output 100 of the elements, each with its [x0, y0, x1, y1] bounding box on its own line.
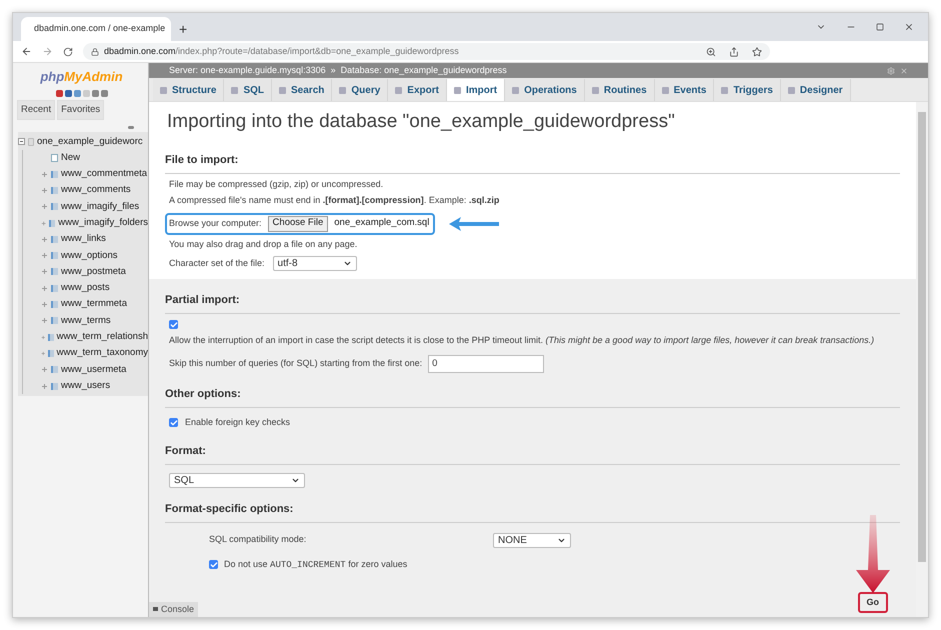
forward-icon[interactable]: [42, 46, 53, 57]
table-icon: [49, 220, 56, 227]
tree-item[interactable]: www_imagify_files: [61, 200, 140, 214]
tree-item[interactable]: www_usermeta: [61, 362, 126, 377]
tree-item[interactable]: www_termmeta: [61, 297, 127, 312]
table-icon: [51, 382, 58, 390]
console-tab[interactable]: Console: [149, 602, 198, 617]
sidebar-tab[interactable]: Recent: [17, 100, 56, 120]
back-icon[interactable]: [21, 46, 32, 57]
expand-icon[interactable]: [41, 268, 48, 276]
bookmark-icon[interactable]: [752, 46, 762, 56]
close-icon[interactable]: [904, 22, 914, 32]
nav-tab[interactable]: Query: [332, 79, 388, 101]
tree-item[interactable]: www_terms: [61, 314, 111, 328]
tree-item[interactable]: www_comments: [61, 183, 131, 198]
nav-tab[interactable]: Designer: [780, 79, 851, 101]
tree-item[interactable]: New: [61, 150, 80, 166]
table-icon: [51, 203, 58, 210]
expand-icon[interactable]: [41, 366, 48, 374]
table-icon: [51, 268, 58, 276]
pointer-arrow: [449, 216, 500, 230]
expand-icon[interactable]: [41, 382, 48, 390]
expand-icon[interactable]: [41, 203, 48, 210]
nav-tab[interactable]: Search: [272, 79, 332, 101]
sidebar-tab[interactable]: Favorites: [57, 100, 104, 120]
option-label: Enable foreign key checks: [185, 416, 290, 429]
expand-icon[interactable]: [41, 252, 48, 260]
tree-item[interactable]: www_commentmeta: [61, 167, 148, 182]
new-table-icon: [51, 154, 58, 162]
database-link[interactable]: Database: one_example_guidewordpress: [340, 64, 507, 78]
server-link[interactable]: Server: one-example.guide.mysql:3306: [169, 64, 326, 78]
maximize-icon[interactable]: [876, 23, 884, 31]
nav-tab[interactable]: SQL: [224, 79, 272, 101]
share-icon[interactable]: [729, 46, 739, 56]
address-bar[interactable]: dbadmin.one.com/index.php?route=/database/import&db=one_example_guidewordpress: [83, 43, 770, 60]
table-icon: [51, 252, 58, 260]
nav-tab[interactable]: Routines: [584, 79, 655, 101]
section-title: Format-specific options:: [165, 502, 294, 514]
nav-tab[interactable]: Operations: [505, 79, 585, 101]
option-text: Allow the interruption of an import in case the script detects it is close to the PHP timeout limit. (This might be a good way to import large files, however it can break transactions.): [169, 334, 876, 347]
reload-icon[interactable]: [63, 46, 73, 56]
table-icon: [51, 366, 58, 374]
expand-icon[interactable]: [41, 170, 48, 178]
tree-item[interactable]: www_links: [61, 232, 106, 246]
section-title: File to import:: [165, 154, 238, 166]
choose-file-button[interactable]: Choose File: [268, 216, 328, 232]
logo: phpMyAdmin: [39, 68, 124, 86]
expand-icon[interactable]: [41, 301, 48, 308]
section-title: Partial import:: [165, 294, 240, 306]
nav-tab[interactable]: Triggers: [714, 79, 781, 101]
field-label: Browse your computer:: [169, 216, 262, 230]
browser-tab[interactable]: dbadmin.one.com / one-example: [21, 17, 171, 41]
tree-item[interactable]: www_users: [61, 378, 110, 394]
collapse-icon[interactable]: [128, 126, 134, 129]
expand-icon[interactable]: [41, 220, 46, 227]
tree-item[interactable]: one_example_guideworc: [37, 134, 143, 149]
tree-item[interactable]: www_imagify_folders: [58, 216, 148, 230]
tree-item[interactable]: www_postmeta: [61, 264, 126, 280]
expand-icon[interactable]: [41, 284, 48, 292]
note-text: You may also drag and drop a file on any page.: [169, 238, 358, 251]
tree-item[interactable]: www_options: [61, 248, 118, 263]
table-icon: [51, 317, 58, 324]
nav-tab[interactable]: Structure: [153, 79, 224, 101]
expand-icon[interactable]: [41, 334, 46, 341]
new-tab-button[interactable]: +: [171, 17, 196, 41]
nav-tab[interactable]: Events: [654, 79, 714, 101]
caret-icon: [342, 259, 352, 268]
tree-item[interactable]: www_posts: [61, 281, 110, 296]
section-title: Format:: [165, 444, 206, 456]
breadcrumb-separator: »: [330, 64, 336, 77]
checkbox[interactable]: [169, 418, 178, 428]
checkbox[interactable]: [209, 560, 218, 570]
charset-select[interactable]: utf-8: [272, 256, 357, 271]
expand-icon[interactable]: [41, 186, 48, 194]
field-label: Skip this number of queries (for SQL) starting from the first one:: [169, 357, 422, 370]
expand-icon[interactable]: [41, 317, 48, 324]
page-heading: Importing into the database "one_example_guidewordpress": [166, 110, 676, 134]
table-icon: [51, 301, 58, 308]
table-icon: [51, 170, 58, 178]
checkbox[interactable]: [169, 320, 178, 329]
zoom-icon[interactable]: [706, 46, 716, 56]
note-text: A compressed file's name must end in .[format].[compression]. Example: .sql.zip: [169, 194, 500, 207]
nav-tab[interactable]: Import: [446, 79, 506, 101]
skip-queries-field[interactable]: 0: [428, 355, 544, 373]
lock-icon: [91, 48, 99, 56]
format-select[interactable]: SQL: [169, 472, 305, 488]
go-button[interactable]: Go: [858, 592, 888, 613]
tree-item[interactable]: www_term_relationsh: [56, 330, 148, 344]
settings-icon[interactable]: [887, 66, 895, 74]
database-icon: [28, 138, 34, 146]
table-icon: [48, 334, 54, 341]
tree-item[interactable]: www_term_taxonomy: [56, 346, 148, 361]
table-icon: [51, 284, 58, 292]
compatibility-select[interactable]: NONE: [493, 532, 571, 548]
expand-icon[interactable]: [41, 350, 46, 357]
expand-icon[interactable]: [41, 236, 48, 243]
option-label: Do not use AUTO_INCREMENT for zero values: [224, 558, 408, 572]
note-text: File may be compressed (gzip, zip) or uncompressed.: [169, 178, 384, 191]
nav-tab[interactable]: Export: [388, 79, 447, 101]
collapse-icon[interactable]: [18, 138, 25, 146]
